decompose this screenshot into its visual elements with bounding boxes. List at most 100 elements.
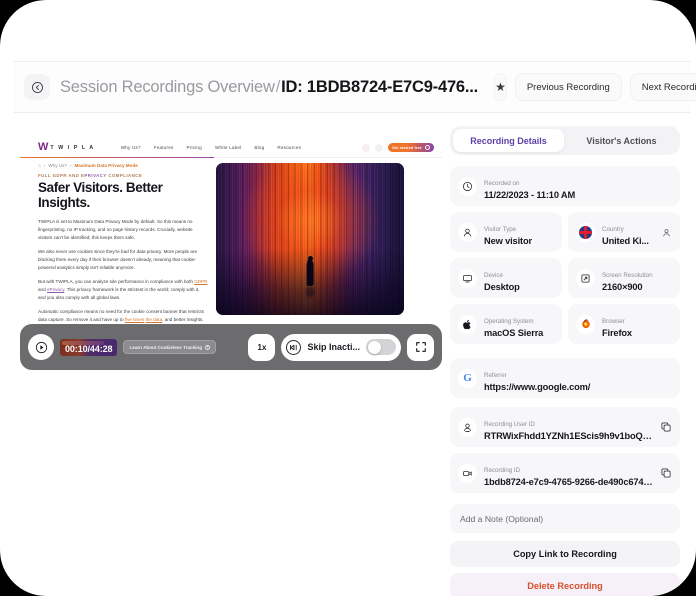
recording-id-value: 1bdb8724-e7c9-4765-9266-de490c674e... (484, 477, 653, 487)
visitor-type-label: Visitor Type (484, 226, 516, 233)
cta-label: Get started free (392, 146, 422, 150)
five-times-link[interactable]: five times (125, 317, 144, 322)
visitor-type-value: New visitor (484, 236, 554, 246)
info-card-recording-id: Recording ID 1bdb8724-e7c9-4765-9266-de4… (450, 453, 680, 493)
site-menu-item[interactable]: Features (154, 145, 174, 150)
info-row-os-browser: Operating System macOS Sierra Browser Fi… (450, 304, 680, 350)
the-data-link[interactable]: the data (146, 317, 163, 322)
site-menu-item[interactable]: Why Us? (121, 145, 141, 150)
back-button[interactable] (24, 74, 50, 100)
site-menu-item[interactable]: Blog (254, 145, 264, 150)
eprivacy-link[interactable]: ePrivacy (47, 287, 64, 292)
gear-icon[interactable] (375, 144, 383, 152)
info-card-country: Country United Ki... (568, 212, 680, 252)
info-card-device: Device Desktop (450, 258, 562, 298)
site-article: ⌂ › Why Us? › Maximum Data Privacy Mode … (20, 163, 216, 326)
recording-side-panel: Recording Details Visitor's Actions Reco… (450, 126, 680, 596)
referrer-label: Referrer (484, 372, 507, 379)
timeline-scrubber[interactable]: 00:10/44:28 (60, 339, 117, 356)
referrer-value: https://www.google.com/ (484, 382, 672, 392)
app-screen: Session Recordings Overview/ID: 1BDB8724… (0, 0, 696, 596)
recording-user-id-text: Recording User ID RTRWixFhdd1YZNh1EScis9… (484, 413, 653, 441)
breadcrumb-item[interactable]: Why Us? (48, 163, 67, 168)
screen-resolution-value: 2160×900 (602, 282, 672, 292)
operating-system-text: Operating System macOS Sierra (484, 310, 554, 338)
site-breadcrumb: ⌂ › Why Us? › Maximum Data Privacy Mode (38, 163, 208, 168)
copy-link-to-recording-button[interactable]: Copy Link to Recording (450, 541, 680, 567)
play-button[interactable] (28, 334, 54, 360)
player-controls: 00:10/44:28 Learn About Cookieless Track… (20, 324, 442, 370)
browser-text: Browser Firefox (602, 310, 672, 338)
country-label: Country (602, 226, 624, 233)
hero-image (216, 163, 404, 315)
operating-system-value: macOS Sierra (484, 328, 554, 338)
figure-reflection (306, 287, 314, 297)
p3-text-b: and (38, 287, 47, 292)
silhouette-figure-icon (307, 259, 314, 286)
eyebrow-part-2: PRIVACY (84, 173, 106, 178)
recording-user-id-label: Recording User ID (484, 421, 535, 428)
page-title-prefix: Session Recordings Overview (60, 78, 275, 96)
location-pin-icon[interactable] (661, 227, 672, 238)
get-started-free-button[interactable]: Get started free (388, 143, 434, 152)
next-recording-button[interactable]: Next Recording (630, 73, 696, 101)
favorite-button[interactable]: ★ (494, 73, 507, 101)
screen-resolution-text: Screen Resolution 2160×900 (602, 264, 672, 292)
playback-speed-button[interactable]: 1x (248, 334, 275, 361)
visitor-type-text: Visitor Type New visitor (484, 218, 554, 246)
arrow-circle-icon (425, 145, 430, 150)
site-menu-item[interactable]: Resources (277, 145, 301, 150)
side-panel-tabs: Recording Details Visitor's Actions (450, 126, 680, 155)
tab-visitors-actions[interactable]: Visitor's Actions (566, 129, 677, 152)
site-paragraph-3: But with TWIPLA, you can analyze site pe… (38, 278, 208, 302)
delete-recording-button[interactable]: Delete Recording (450, 573, 680, 596)
site-headline: Safer Visitors. Better Insights. (38, 181, 208, 211)
country-value: United Ki... (602, 236, 654, 246)
fullscreen-icon (415, 341, 427, 353)
recorded-on-value: 11/22/2023 - 11:10 AM (484, 190, 672, 200)
player-controls-right: 1x Skip Inacti... (248, 334, 434, 361)
fullscreen-button[interactable] (407, 334, 434, 361)
info-icon: i (205, 345, 210, 350)
site-body: ⌂ › Why Us? › Maximum Data Privacy Mode … (20, 158, 442, 326)
gdpr-link[interactable]: GDPR (194, 279, 207, 284)
session-player[interactable]: W T W I P L A Why Us? Features Pricing W… (20, 138, 442, 370)
tab-recording-details[interactable]: Recording Details (453, 129, 564, 152)
site-menu-item[interactable]: Pricing (186, 145, 201, 150)
user-circle-icon (458, 418, 477, 437)
recording-id-text: Recording ID 1bdb8724-e7c9-4765-9266-de4… (484, 459, 653, 487)
globe-icon[interactable] (362, 144, 370, 152)
device-label: Device (484, 272, 503, 279)
firefox-icon (576, 315, 595, 334)
copy-icon[interactable] (660, 467, 672, 479)
toggle-knob (368, 341, 381, 354)
learn-about-cookieless-tracking-chip[interactable]: Learn About Cookieless Tracking i (123, 340, 216, 354)
site-hero-column (216, 163, 442, 326)
referrer-text: Referrer https://www.google.com/ (484, 364, 672, 392)
skip-inactivity-toggle[interactable] (366, 339, 396, 355)
site-logo: W T W I P L A (38, 142, 95, 153)
previous-recording-button[interactable]: Previous Recording (515, 73, 622, 101)
site-menu-item[interactable]: White Label (215, 145, 241, 150)
browser-label: Browser (602, 318, 625, 325)
skip-inactivity-group[interactable]: Skip Inacti... (281, 334, 401, 361)
timecode-label: 00:10/44:28 (60, 344, 117, 354)
add-note-input[interactable]: Add a Note (Optional) (450, 504, 680, 533)
info-card-recording-user-id: Recording User ID RTRWixFhdd1YZNh1EScis9… (450, 407, 680, 447)
site-menu: Why Us? Features Pricing White Label Blo… (121, 145, 301, 150)
copy-icon[interactable] (660, 421, 672, 433)
info-card-recorded-on: Recorded on 11/22/2023 - 11:10 AM (450, 166, 680, 206)
device-frame: Session Recordings Overview/ID: 1BDB8724… (0, 0, 696, 596)
page-title-recording-id: ID: 1BDB8724-E7C9-476... (281, 78, 478, 96)
site-paragraph-2: We also never use cookies since they're … (38, 248, 208, 272)
site-nav: W T W I P L A Why Us? Features Pricing W… (20, 138, 442, 158)
video-camera-icon (458, 464, 477, 483)
info-card-operating-system: Operating System macOS Sierra (450, 304, 562, 344)
device-text: Device Desktop (484, 264, 554, 292)
player-controls-left: 00:10/44:28 Learn About Cookieless Track… (28, 334, 216, 360)
eyebrow-part-1: FULL GDPR AND E (38, 173, 84, 178)
skip-inactivity-label: Skip Inacti... (307, 342, 360, 352)
p3-text-a: But with TWIPLA, you can analyze site pe… (38, 279, 194, 284)
back-circle-icon (31, 81, 44, 94)
clock-icon (458, 177, 477, 196)
